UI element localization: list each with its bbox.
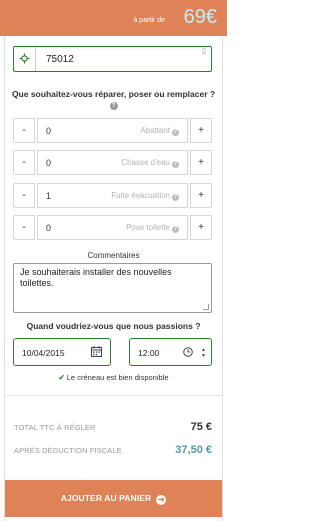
availability-text: Le créneau est bien disponible [66, 373, 169, 382]
quantity-stepper-pose-toilette: - 0 Pose toilette? + [13, 215, 212, 240]
resize-handle-icon[interactable] [203, 304, 209, 310]
postal-code-value[interactable]: 75012 [46, 54, 74, 65]
increment-button[interactable]: + [190, 215, 212, 240]
help-icon[interactable]: ? [109, 102, 118, 110]
postal-code-field[interactable]: 75012 ▯ [13, 46, 212, 72]
starting-price: 69€ [183, 6, 217, 28]
time-spinner-icon[interactable]: ▲ ▼ [201, 347, 206, 359]
comments-label: Commentaires [87, 251, 140, 260]
decrement-button[interactable]: - [13, 150, 35, 175]
schedule-question: Quand voudriez-vous que nous passions ? [26, 321, 201, 331]
after-tax-value: 37,50 € [175, 444, 212, 456]
field-clear-icon[interactable]: ▯ [202, 47, 206, 55]
service-label: Abattant [140, 126, 170, 135]
quantity-value[interactable]: 0 [46, 126, 51, 136]
date-value[interactable]: 10/04/2015 [22, 348, 65, 358]
increment-button[interactable]: + [190, 118, 212, 143]
quantity-stepper-fuite-evacuation: - 1 Fuite évacuation? + [13, 183, 212, 208]
after-tax-label: APRÈS DÉDUCTION FISCALE [14, 446, 122, 455]
increment-button[interactable]: + [190, 183, 212, 208]
price-banner: à partir de 69€ [0, 0, 227, 36]
add-to-cart-label: AJOUTER AU PANIER [60, 493, 152, 503]
time-input[interactable]: 12:00 ▲ ▼ [129, 338, 212, 366]
quantity-value[interactable]: 0 [46, 158, 51, 168]
divider [5, 395, 222, 396]
date-input[interactable]: 10/04/2015 [13, 338, 111, 366]
total-label: TOTAL TTC À RÉGLER [14, 423, 96, 432]
services-question-text: Que souhaitez-vous réparer, poser ou rem… [11, 89, 216, 99]
calendar-icon[interactable] [91, 346, 102, 357]
stepper-field[interactable]: 1 Fuite évacuation? [37, 183, 188, 208]
stepper-field[interactable]: 0 Chasse d'eau? [37, 150, 188, 175]
stepper-field[interactable]: 0 Abattant? [37, 118, 188, 143]
locate-crosshair-icon [19, 53, 30, 64]
increment-button[interactable]: + [190, 150, 212, 175]
decrement-button[interactable]: - [13, 215, 35, 240]
service-label: Chasse d'eau [121, 158, 170, 167]
total-value: 75 € [190, 421, 212, 433]
add-to-cart-button[interactable]: AJOUTER AU PANIER ➜ [5, 480, 222, 517]
help-icon[interactable]: ? [172, 161, 179, 168]
comments-textarea[interactable]: Je souhaiterais installer des nouvelles … [13, 263, 212, 313]
stepper-field[interactable]: 0 Pose toilette? [37, 215, 188, 240]
quantity-value[interactable]: 0 [46, 223, 51, 233]
service-label: Fuite évacuation [111, 191, 170, 200]
availability-status: ✔ Le créneau est bien disponible [10, 373, 217, 382]
help-icon[interactable]: ? [172, 194, 179, 201]
quantity-value[interactable]: 1 [46, 191, 51, 201]
decrement-button[interactable]: - [13, 183, 35, 208]
arrow-right-icon: ➜ [156, 495, 167, 505]
help-icon[interactable]: ? [172, 226, 179, 233]
quantity-stepper-abattant: - 0 Abattant? + [13, 118, 212, 143]
service-label: Pose toilette [125, 223, 170, 232]
clock-icon[interactable] [183, 347, 193, 357]
quantity-stepper-chasse-d-eau: - 0 Chasse d'eau? + [13, 150, 212, 175]
decrement-button[interactable]: - [13, 118, 35, 143]
check-icon: ✔ [58, 373, 65, 382]
help-icon[interactable]: ? [172, 129, 179, 136]
services-question: Que souhaitez-vous réparer, poser ou rem… [10, 89, 217, 111]
locate-button[interactable] [14, 47, 36, 71]
price-prefix: à partir de [133, 17, 165, 24]
time-value[interactable]: 12:00 [138, 348, 159, 358]
comments-value[interactable]: Je souhaiterais installer des nouvelles … [20, 267, 172, 288]
